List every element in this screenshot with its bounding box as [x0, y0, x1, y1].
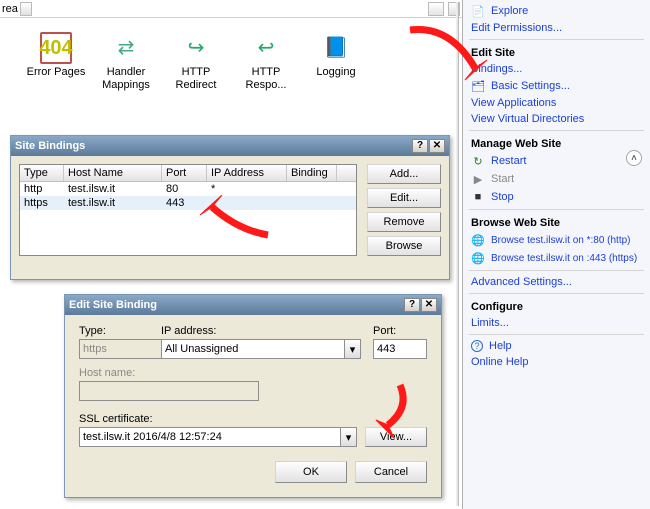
action-view-applications[interactable]: View Applications	[463, 95, 650, 111]
col-host[interactable]: Host Name	[64, 165, 162, 181]
help-button[interactable]: ?	[404, 298, 420, 312]
area-dropdown[interactable]	[20, 2, 32, 16]
browse-button[interactable]: Browse	[367, 236, 441, 256]
feature-label: Error Pages	[27, 66, 86, 79]
host-label: Host name:	[79, 367, 427, 379]
http-response-icon: ↩	[250, 32, 282, 64]
help-icon: ?	[471, 340, 483, 352]
help-button[interactable]: ?	[412, 139, 428, 153]
feature-label: HTTP Redirect	[166, 66, 226, 91]
restart-icon: ↻	[471, 154, 485, 168]
dialog-title: Site Bindings	[15, 140, 85, 152]
chevron-down-icon[interactable]: ▾	[345, 339, 361, 359]
feature-label: Logging	[316, 66, 355, 79]
folder-icon: 📄	[471, 4, 485, 18]
section-browse: Browse Web Site	[463, 213, 650, 231]
table-row[interactable]: https test.ilsw.it 443	[20, 196, 356, 210]
action-browse-https[interactable]: 🌐Browse test.ilsw.it on :443 (https)	[463, 249, 650, 267]
ssl-select[interactable]: ▾	[79, 427, 357, 447]
action-explore[interactable]: 📄Explore	[463, 2, 650, 20]
handler-mappings-icon: ⇄	[110, 32, 142, 64]
add-button[interactable]: Add...	[367, 164, 441, 184]
table-row[interactable]: http test.ilsw.it 80 *	[20, 182, 356, 196]
section-configure: Configure	[463, 297, 650, 315]
feature-http-redirect[interactable]: ↪ HTTP Redirect	[166, 32, 226, 91]
annotation-arrow-icon	[198, 195, 278, 245]
globe-icon: 🌐	[471, 233, 485, 247]
host-input	[79, 381, 259, 401]
collapse-icon[interactable]: ˄	[626, 150, 642, 166]
feature-label: Handler Mappings	[96, 66, 156, 91]
stop-icon: ■	[471, 190, 485, 204]
type-select[interactable]: ▾	[79, 339, 149, 359]
col-binding[interactable]: Binding	[287, 165, 337, 181]
close-button[interactable]: ✕	[421, 298, 437, 312]
view-toolbar: rea	[0, 0, 462, 18]
ok-button[interactable]: OK	[275, 461, 347, 483]
feature-list: 404 Error Pages ⇄ Handler Mappings ↪ HTT…	[0, 18, 462, 97]
close-button[interactable]: ✕	[429, 139, 445, 153]
dialog-titlebar[interactable]: Site Bindings ? ✕	[11, 136, 449, 156]
error-pages-icon: 404	[40, 32, 72, 64]
action-start: ▶Start	[463, 170, 650, 188]
col-type[interactable]: Type	[20, 165, 64, 181]
action-browse-http[interactable]: 🌐Browse test.ilsw.it on *:80 (http)	[463, 231, 650, 249]
remove-button[interactable]: Remove	[367, 212, 441, 232]
globe-icon: 🌐	[471, 251, 485, 265]
section-manage: Manage Web Site˄	[463, 134, 650, 152]
feature-label: HTTP Respo...	[236, 66, 296, 91]
bindings-table: Type Host Name Port IP Address Binding h…	[19, 164, 357, 256]
ip-select[interactable]: ▾	[161, 339, 361, 359]
action-restart[interactable]: ↻Restart	[463, 152, 650, 170]
table-header: Type Host Name Port IP Address Binding	[20, 165, 356, 182]
annotation-arrow-icon	[395, 20, 495, 88]
action-help[interactable]: ?Help	[463, 338, 650, 354]
action-advanced-settings[interactable]: Advanced Settings...	[463, 274, 650, 290]
action-view-vdirs[interactable]: View Virtual Directories	[463, 111, 650, 127]
ip-value[interactable]	[161, 339, 345, 359]
col-ip[interactable]: IP Address	[207, 165, 287, 181]
col-port[interactable]: Port	[162, 165, 207, 181]
http-redirect-icon: ↪	[180, 32, 212, 64]
start-icon: ▶	[471, 172, 485, 186]
cancel-button[interactable]: Cancel	[355, 461, 427, 483]
feature-handler-mappings[interactable]: ⇄ Handler Mappings	[96, 32, 156, 91]
dialog-title: Edit Site Binding	[69, 299, 157, 311]
annotation-arrow-icon	[370, 380, 420, 440]
logging-icon: 📘	[320, 32, 352, 64]
area-label: rea	[0, 3, 18, 15]
feature-error-pages[interactable]: 404 Error Pages	[26, 32, 86, 91]
dialog-titlebar[interactable]: Edit Site Binding ? ✕	[65, 295, 441, 315]
port-input[interactable]	[373, 339, 427, 359]
edit-button[interactable]: Edit...	[367, 188, 441, 208]
ip-label: IP address:	[161, 325, 361, 337]
action-limits[interactable]: Limits...	[463, 315, 650, 331]
feature-logging[interactable]: 📘 Logging	[306, 32, 366, 91]
port-label: Port:	[373, 325, 427, 337]
chevron-down-icon[interactable]: ▾	[341, 427, 357, 447]
view-mode-icon[interactable]	[428, 2, 444, 16]
action-online-help[interactable]: Online Help	[463, 354, 650, 370]
ssl-value[interactable]	[79, 427, 341, 447]
feature-http-response[interactable]: ↩ HTTP Respo...	[236, 32, 296, 91]
type-label: Type:	[79, 325, 149, 337]
action-stop[interactable]: ■Stop	[463, 188, 650, 206]
